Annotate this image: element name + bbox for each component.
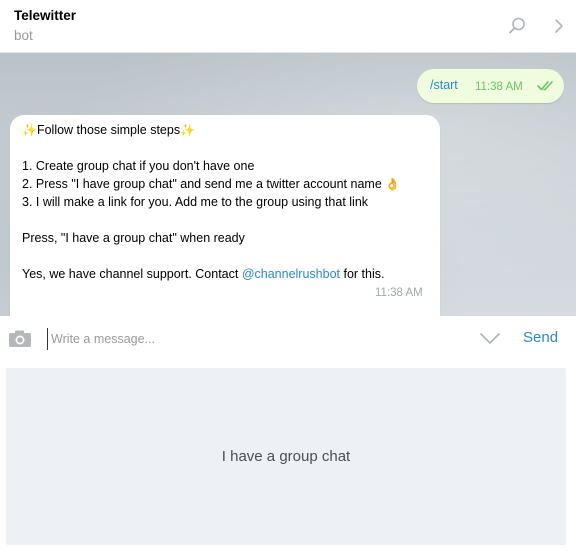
outgoing-message[interactable]: /start 11:38 AM bbox=[417, 69, 564, 103]
message-line-step-2: 2. Press "I have group chat" and send me… bbox=[22, 177, 400, 191]
message-line-channel-support: Yes, we have channel support. Contact @c… bbox=[22, 267, 384, 281]
chevron-right-icon[interactable] bbox=[547, 14, 571, 38]
incoming-message-time: 11:38 AM bbox=[375, 287, 423, 299]
double-check-icon bbox=[537, 79, 555, 97]
chat-subtitle: bot bbox=[14, 28, 33, 43]
keyboard-button-group-chat[interactable]: I have a group chat bbox=[6, 368, 566, 545]
sparkles-icon: ✨ bbox=[22, 123, 37, 137]
channel-support-suffix: for this. bbox=[340, 267, 385, 281]
step-2-text: 2. Press "I have group chat" and send me… bbox=[22, 177, 382, 191]
incoming-message[interactable]: ✨Follow those simple steps✨ 1. Create gr… bbox=[10, 115, 440, 316]
outgoing-message-time: 11:38 AM bbox=[475, 81, 523, 93]
chat-title[interactable]: Telewitter bbox=[14, 8, 76, 23]
camera-icon[interactable] bbox=[7, 328, 33, 350]
ok-hand-icon: 👌 bbox=[385, 177, 401, 191]
message-line-step-3: 3. I will make a link for you. Add me to… bbox=[22, 195, 369, 209]
sparkles-icon: ✨ bbox=[180, 123, 196, 137]
search-icon[interactable] bbox=[505, 14, 529, 38]
chevron-down-icon[interactable] bbox=[479, 332, 501, 346]
channelrushbot-link[interactable]: @channelrushbot bbox=[242, 267, 340, 281]
chat-history[interactable]: /start 11:38 AM ✨Follow those simple ste… bbox=[0, 53, 576, 316]
chat-header: Telewitter bot bbox=[0, 0, 576, 53]
heading-text: Follow those simple steps bbox=[36, 123, 181, 137]
message-composer: Send bbox=[0, 316, 576, 362]
message-input[interactable] bbox=[47, 328, 467, 350]
bot-keyboard: I have a group chat bbox=[0, 362, 576, 552]
channel-support-text: Yes, we have channel support. Contact bbox=[22, 267, 242, 281]
send-button[interactable]: Send bbox=[523, 329, 558, 346]
message-line-instruction: Press, "I have a group chat" when ready bbox=[22, 231, 245, 245]
message-line-step-1: 1. Create group chat if you don't have o… bbox=[22, 159, 255, 173]
message-line-heading: ✨Follow those simple steps✨ bbox=[22, 123, 195, 137]
outgoing-message-text[interactable]: /start bbox=[430, 78, 458, 92]
